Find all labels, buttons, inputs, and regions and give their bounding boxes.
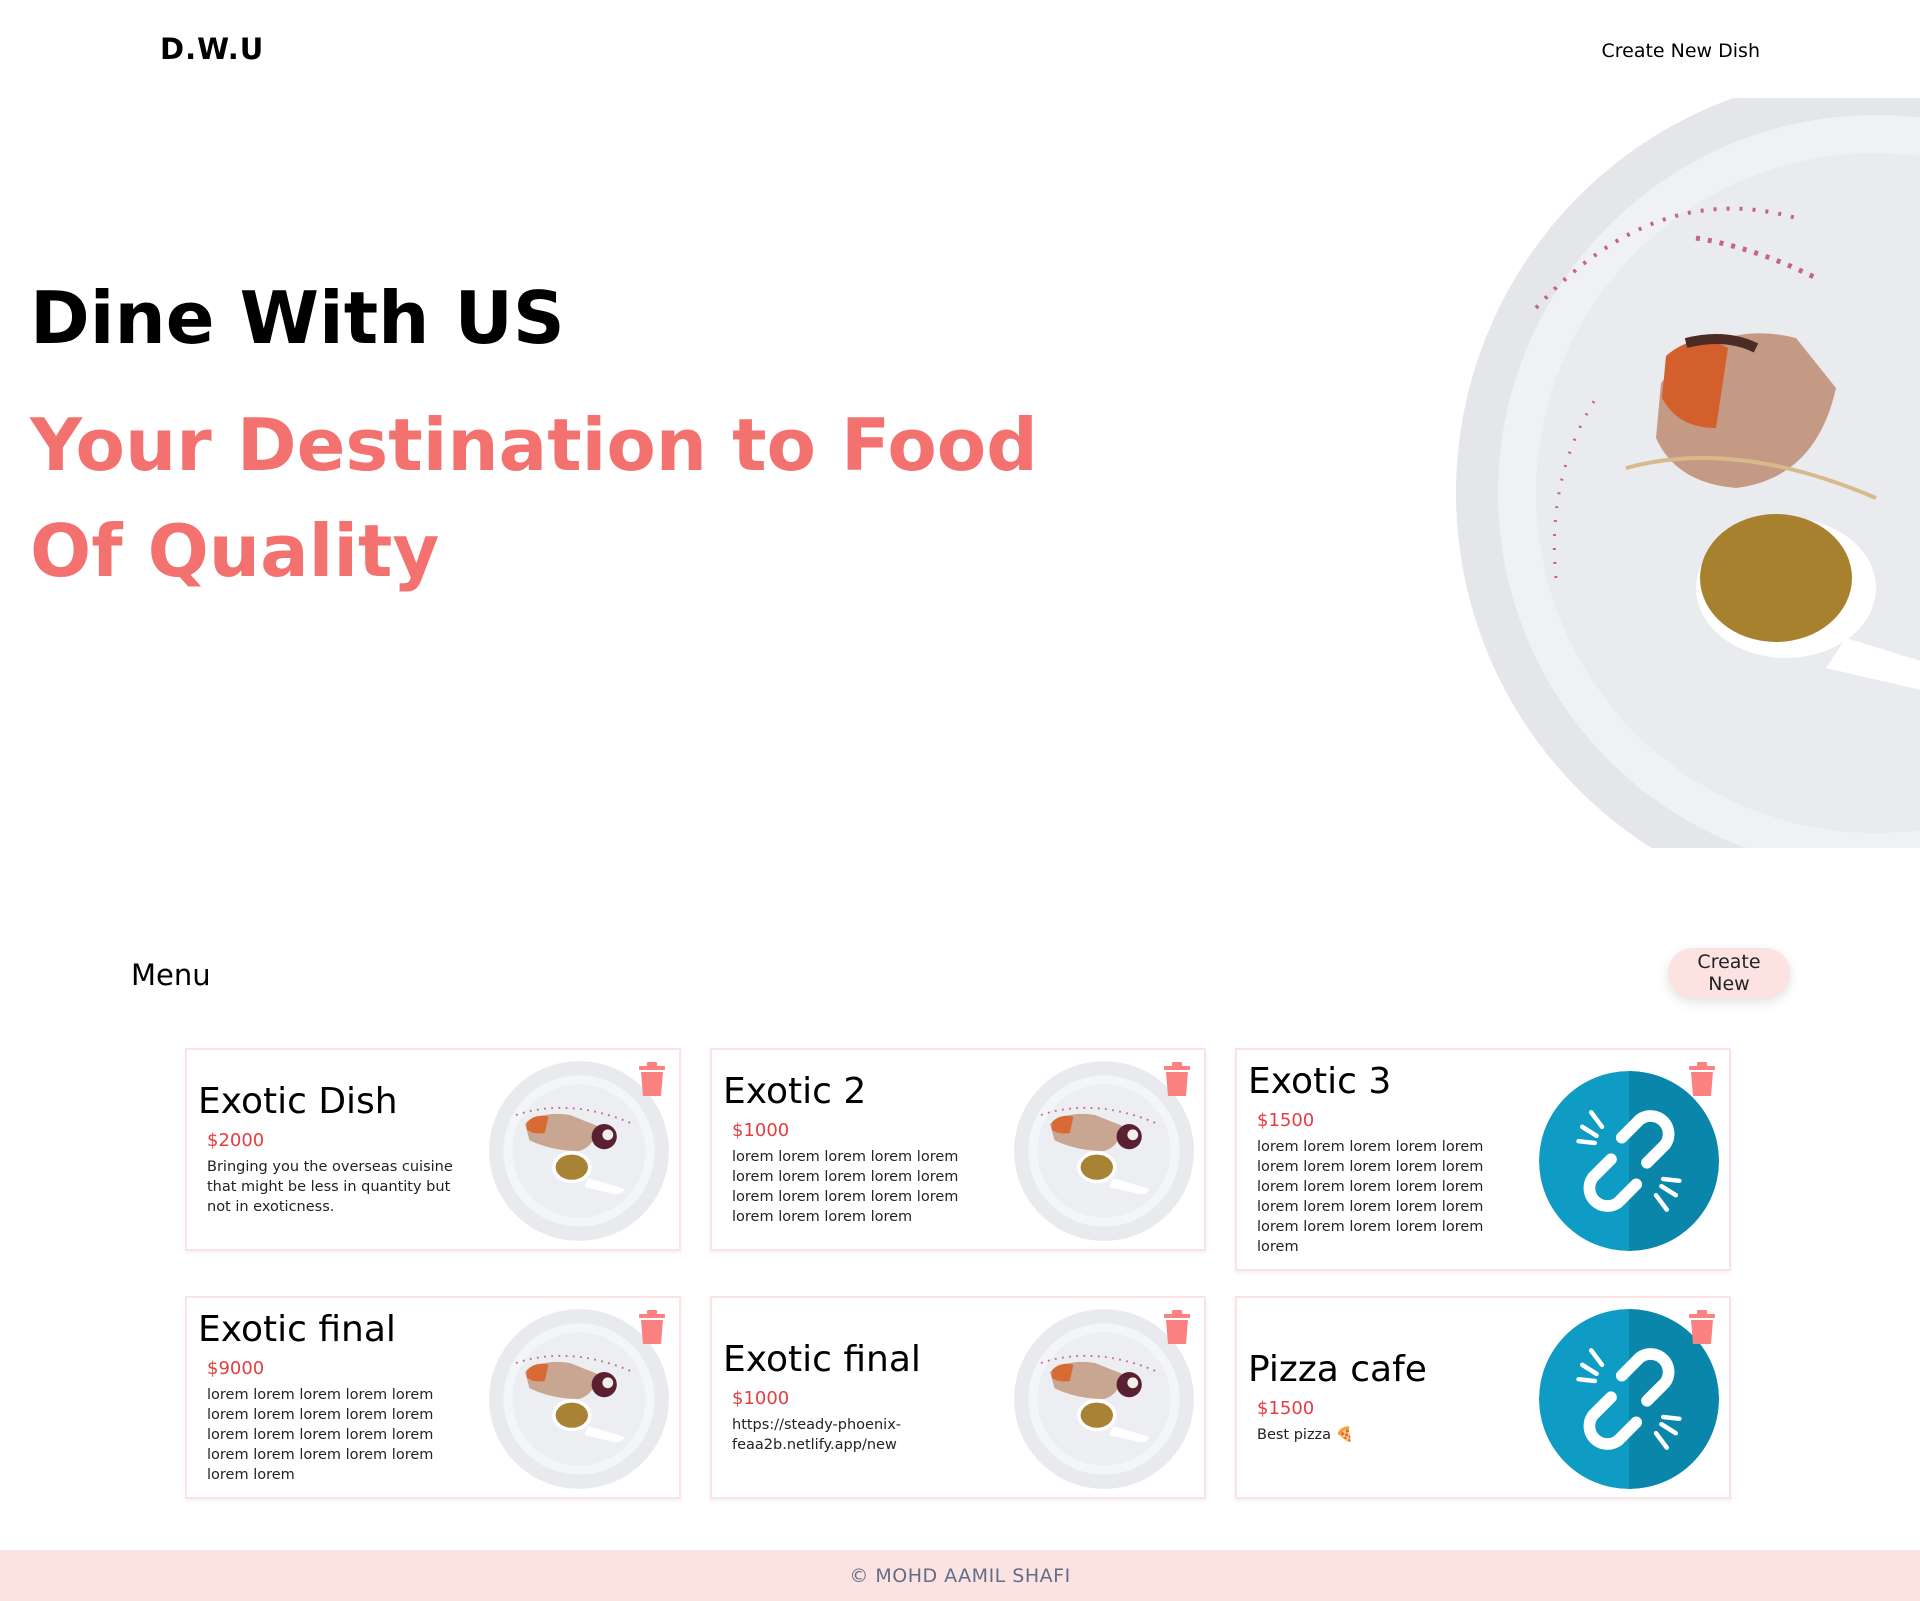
card-description: Best pizza 🍕 — [1257, 1426, 1354, 1443]
menu-card[interactable]: Exotic 2 $1000 lorem lorem lorem lorem l… — [710, 1048, 1206, 1251]
card-price: $1500 — [1257, 1109, 1315, 1131]
card-price: $2000 — [207, 1129, 265, 1151]
menu-card[interactable]: Exotic final $1000 https://steady-phoeni… — [710, 1296, 1206, 1499]
menu-card[interactable]: Exotic final $9000 lorem lorem lorem lor… — [185, 1296, 681, 1499]
card-info: Exotic final $9000 lorem lorem lorem lor… — [198, 1298, 469, 1497]
card-description: lorem lorem lorem lorem lorem lorem lore… — [207, 1386, 434, 1483]
create-new-dish-link[interactable]: Create New Dish — [1601, 40, 1760, 62]
brand-logo[interactable]: D.W.U — [160, 32, 264, 66]
hero-subtitle: Your Destination to Food Of Quality — [30, 392, 1038, 604]
card-price: $1000 — [732, 1387, 790, 1409]
menu-card[interactable]: Exotic 3 $1500 lorem lorem lorem lorem l… — [1235, 1048, 1731, 1271]
card-description: https://steady-phoenix-feaa2b.netlify.ap… — [732, 1416, 902, 1453]
hero-subtitle-line1: Your Destination to Food — [30, 403, 1038, 487]
trash-icon[interactable] — [637, 1062, 667, 1096]
card-title: Exotic final — [723, 1339, 921, 1381]
card-info: Exotic final $1000 https://steady-phoeni… — [723, 1298, 994, 1497]
card-title: Exotic Dish — [198, 1081, 398, 1123]
card-title: Pizza cafe — [1248, 1349, 1427, 1391]
card-title: Exotic 3 — [1248, 1061, 1392, 1103]
card-description: lorem lorem lorem lorem lorem lorem lore… — [732, 1148, 959, 1225]
trash-icon[interactable] — [1687, 1062, 1717, 1096]
card-description: lorem lorem lorem lorem lorem lorem lore… — [1257, 1138, 1484, 1255]
card-info: Pizza cafe $1500 Best pizza 🍕 — [1248, 1298, 1519, 1497]
footer-copyright: © MOHD AAMIL SHAFI — [0, 1550, 1920, 1601]
trash-icon[interactable] — [1162, 1062, 1192, 1096]
hero-title: Dine With US — [30, 276, 565, 360]
card-price: $1000 — [732, 1119, 790, 1141]
card-info: Exotic Dish $2000 Bringing you the overs… — [198, 1050, 469, 1249]
card-title: Exotic 2 — [723, 1071, 867, 1113]
card-price: $1500 — [1257, 1397, 1315, 1419]
trash-icon[interactable] — [637, 1310, 667, 1344]
menu-title: Menu — [131, 958, 211, 992]
card-description: Bringing you the overseas cuisine that m… — [207, 1158, 453, 1215]
card-info: Exotic 3 $1500 lorem lorem lorem lorem l… — [1248, 1050, 1519, 1269]
card-title: Exotic final — [198, 1309, 396, 1351]
trash-icon[interactable] — [1162, 1310, 1192, 1344]
hero-plate-image — [1456, 98, 1920, 848]
trash-icon[interactable] — [1687, 1310, 1717, 1344]
card-price: $9000 — [207, 1357, 265, 1379]
hero-subtitle-line2: Of Quality — [30, 509, 440, 593]
menu-card[interactable]: Pizza cafe $1500 Best pizza 🍕 — [1235, 1296, 1731, 1499]
broken-image-icon — [1539, 1071, 1719, 1251]
create-new-button[interactable]: Create New — [1668, 948, 1790, 998]
menu-card[interactable]: Exotic Dish $2000 Bringing you the overs… — [185, 1048, 681, 1251]
card-info: Exotic 2 $1000 lorem lorem lorem lorem l… — [723, 1050, 994, 1249]
